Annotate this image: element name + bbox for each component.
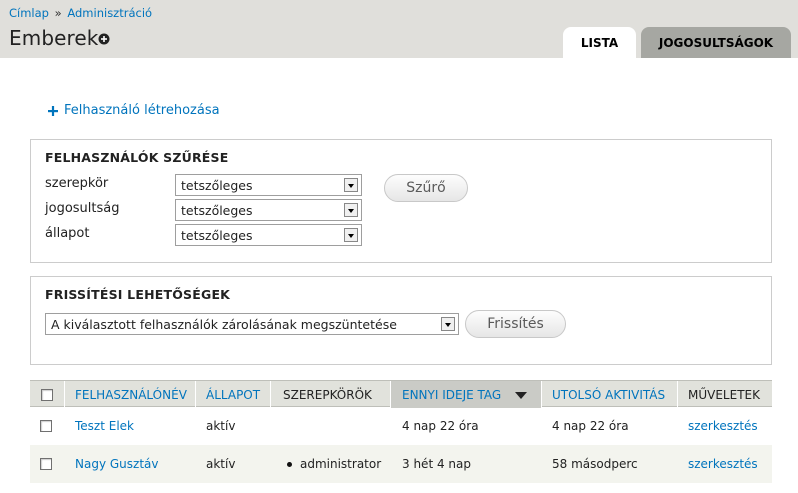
header-member-for[interactable]: Ennyi ideje tag xyxy=(391,381,542,408)
edit-link[interactable]: szerkesztés xyxy=(688,445,758,483)
status-cell: aktív xyxy=(206,419,236,433)
permission-select-value: tetszőleges xyxy=(181,203,253,218)
filter-row-permission: jogosultság tetszőleges xyxy=(45,199,365,221)
row-checkbox[interactable] xyxy=(40,458,52,470)
page-title: Emberek xyxy=(9,26,99,50)
update-legend: Frissítési lehetőségek xyxy=(45,287,231,302)
update-options-fieldset: Frissítési lehetőségek A kiválasztott fe… xyxy=(30,276,772,365)
header-status-label: Állapot xyxy=(206,387,261,402)
header-roles: Szerepkörök xyxy=(271,381,391,408)
username-link[interactable]: Nagy Gusztáv xyxy=(75,445,158,483)
username-link[interactable]: Teszt Elek xyxy=(75,407,134,445)
role-bullet-icon xyxy=(287,461,292,467)
filter-role-label: szerepkör xyxy=(45,176,109,191)
filter-row-role: szerepkör tetszőleges xyxy=(45,174,365,196)
table-row: Nagy Gusztáv aktív administrator 3 hét 4… xyxy=(30,445,772,483)
permission-select[interactable]: tetszőleges xyxy=(175,199,362,221)
update-action-value: A kiválasztott felhasználók zárolásának … xyxy=(51,317,397,332)
select-all-cell xyxy=(30,381,65,408)
select-all-checkbox[interactable] xyxy=(41,388,53,401)
role-label: administrator xyxy=(300,457,382,471)
filter-fieldset: Felhasználók szűrése szerepkör tetszőleg… xyxy=(30,139,772,263)
filter-status-label: állapot xyxy=(45,226,90,241)
dropdown-arrow-icon xyxy=(344,203,358,217)
page-header: Címlap » Adminisztráció Emberek Lista Jo… xyxy=(0,0,798,58)
status-select[interactable]: tetszőleges xyxy=(175,224,362,246)
header-last-access[interactable]: Utolsó aktivitás xyxy=(542,381,678,408)
status-cell: aktív xyxy=(206,457,236,471)
header-operations: Műveletek xyxy=(678,381,772,408)
edit-link[interactable]: szerkesztés xyxy=(688,407,758,445)
breadcrumb-separator: » xyxy=(54,6,62,20)
plus-icon xyxy=(48,105,58,116)
filter-permission-label: jogosultság xyxy=(45,201,120,216)
dropdown-arrow-icon xyxy=(441,317,455,331)
breadcrumb-home-link[interactable]: Címlap xyxy=(9,6,49,20)
header-status[interactable]: Állapot xyxy=(196,381,271,408)
add-user-link[interactable]: Felhasználó létrehozása xyxy=(48,103,220,118)
breadcrumb: Címlap » Adminisztráció xyxy=(9,6,152,20)
add-user-label: Felhasználó létrehozása xyxy=(64,103,220,118)
header-username[interactable]: Felhasználónév xyxy=(65,381,196,408)
last-access-cell: 58 másodperc xyxy=(552,457,638,471)
update-button[interactable]: Frissítés xyxy=(465,310,566,338)
header-operations-label: Műveletek xyxy=(688,387,760,402)
breadcrumb-admin-link[interactable]: Adminisztráció xyxy=(67,6,152,20)
add-shortcut-icon[interactable] xyxy=(98,33,110,45)
row-select-cell xyxy=(40,407,52,445)
filter-legend: Felhasználók szűrése xyxy=(45,150,229,165)
header-roles-label: Szerepkörök xyxy=(283,387,372,402)
role-select-value: tetszőleges xyxy=(181,178,253,193)
row-checkbox[interactable] xyxy=(40,420,52,432)
role-select[interactable]: tetszőleges xyxy=(175,174,362,196)
filter-button[interactable]: Szűrő xyxy=(384,174,468,202)
header-member-for-label: Ennyi ideje tag xyxy=(402,387,502,402)
tab-permissions[interactable]: Jogosultságok xyxy=(641,27,791,58)
table-row: Teszt Elek aktív 4 nap 22 óra 4 nap 22 ó… xyxy=(30,407,772,445)
tab-list[interactable]: Lista xyxy=(563,27,636,58)
last-access-cell: 4 nap 22 óra xyxy=(552,419,629,433)
roles-cell: administrator xyxy=(287,445,381,483)
filter-row-status: állapot tetszőleges xyxy=(45,224,365,246)
header-last-access-label: Utolsó aktivitás xyxy=(552,387,666,402)
header-username-label: Felhasználónév xyxy=(75,387,187,402)
status-select-value: tetszőleges xyxy=(181,228,253,243)
member-for-cell: 3 hét 4 nap xyxy=(402,457,471,471)
row-select-cell xyxy=(40,445,52,483)
member-for-cell: 4 nap 22 óra xyxy=(402,419,479,433)
update-action-select[interactable]: A kiválasztott felhasználók zárolásának … xyxy=(45,313,459,335)
dropdown-arrow-icon xyxy=(344,178,358,192)
dropdown-arrow-icon xyxy=(344,228,358,242)
sort-descending-icon xyxy=(515,392,527,399)
users-table-header: Felhasználónév Állapot Szerepkörök Ennyi… xyxy=(30,380,772,408)
